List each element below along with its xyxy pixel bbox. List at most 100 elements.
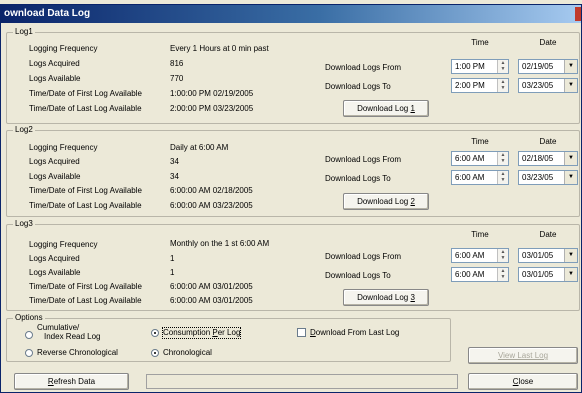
log3-from-time[interactable]: 6:00 AM ▲ ▼ bbox=[451, 248, 509, 263]
log1-from-time-spinner[interactable]: ▲ ▼ bbox=[497, 60, 508, 73]
log3-title: Log3 bbox=[13, 219, 35, 229]
title-bar[interactable]: ownload Data Log bbox=[1, 5, 581, 23]
log1-last-value: 2:00:00 PM 03/23/2005 bbox=[170, 104, 254, 113]
log3-date-header: Date bbox=[539, 230, 557, 239]
consumption-per-log-radio[interactable] bbox=[151, 329, 159, 337]
download-from-last-log-checkbox[interactable] bbox=[297, 328, 306, 337]
download-data-log-dialog: ownload Data Log Log1 Logging Frequency … bbox=[0, 4, 582, 393]
download-log-3-button[interactable]: Download Log 3 bbox=[343, 289, 429, 306]
log2-from-label: Download Logs From bbox=[325, 155, 402, 164]
log3-to-label: Download Logs To bbox=[325, 271, 391, 280]
log1-frequency-label: Logging Frequency bbox=[29, 44, 98, 53]
log2-to-date[interactable]: 03/23/05 ▼ bbox=[518, 170, 578, 185]
log2-frequency-value: Daily at 6:00 AM bbox=[170, 143, 229, 152]
download-log-3-label: Download Log bbox=[357, 293, 411, 302]
log1-title: Log1 bbox=[13, 27, 35, 37]
log2-from-date[interactable]: 02/18/05 ▼ bbox=[518, 151, 578, 166]
chevron-down-icon[interactable]: ▼ bbox=[564, 249, 577, 262]
log3-last-label: Time/Date of Last Log Available bbox=[29, 296, 142, 305]
log2-from-time-spinner[interactable]: ▲ ▼ bbox=[497, 152, 508, 165]
options-title: Options bbox=[13, 313, 45, 323]
chevron-down-icon[interactable]: ▼ bbox=[564, 60, 577, 73]
log1-last-label: Time/Date of Last Log Available bbox=[29, 104, 142, 113]
download-log-1-button[interactable]: Download Log 1 bbox=[343, 100, 429, 117]
log1-date-header: Date bbox=[539, 38, 557, 47]
log2-to-time-value: 6:00 AM bbox=[455, 173, 485, 182]
window-title: ownload Data Log bbox=[4, 8, 91, 19]
log1-from-date[interactable]: 02/19/05 ▼ bbox=[518, 59, 578, 74]
log3-from-date[interactable]: 03/01/05 ▼ bbox=[518, 248, 578, 263]
chevron-down-icon[interactable]: ▼ bbox=[564, 268, 577, 281]
reverse-chronological-label: Reverse Chronological bbox=[37, 348, 118, 357]
log2-to-time-spinner[interactable]: ▲ ▼ bbox=[497, 171, 508, 184]
download-log-2-button[interactable]: Download Log 2 bbox=[343, 193, 429, 210]
log2-acquired-label: Logs Acquired bbox=[29, 157, 80, 166]
download-last-text: ownload From Last Log bbox=[315, 328, 400, 337]
log1-to-time-spinner[interactable]: ▲ ▼ bbox=[497, 79, 508, 92]
spin-down-icon[interactable]: ▼ bbox=[498, 255, 508, 261]
chevron-down-icon[interactable]: ▼ bbox=[564, 79, 577, 92]
log1-time-header: Time bbox=[471, 38, 489, 47]
chronological-radio[interactable] bbox=[151, 349, 159, 357]
log3-last-value: 6:00:00 AM 03/01/2005 bbox=[170, 296, 253, 305]
log3-first-value: 6:00:00 AM 03/01/2005 bbox=[170, 282, 253, 291]
log1-to-time[interactable]: 2:00 PM ▲ ▼ bbox=[451, 78, 509, 93]
refresh-data-button[interactable]: Refresh Data bbox=[14, 373, 129, 390]
log3-to-date[interactable]: 03/01/05 ▼ bbox=[518, 267, 578, 282]
log2-time-header: Time bbox=[471, 137, 489, 146]
download-log-1-key: 1 bbox=[410, 104, 415, 113]
log1-first-value: 1:00:00 PM 02/19/2005 bbox=[170, 89, 254, 98]
close-button[interactable]: Close bbox=[468, 373, 578, 390]
close-window-icon[interactable] bbox=[575, 7, 581, 21]
view-last-log-button[interactable]: View Last Log bbox=[468, 347, 578, 364]
log1-from-date-value: 02/19/05 bbox=[522, 62, 554, 71]
log3-from-label: Download Logs From bbox=[325, 252, 402, 261]
log2-from-date-value: 02/18/05 bbox=[522, 154, 554, 163]
log1-available-label: Logs Available bbox=[29, 74, 81, 83]
log1-to-label: Download Logs To bbox=[325, 82, 391, 91]
log1-group: Log1 Logging Frequency Logs Acquired Log… bbox=[6, 27, 580, 124]
cumulative-radio[interactable] bbox=[25, 331, 33, 339]
log1-acquired-value: 816 bbox=[170, 59, 184, 68]
chevron-down-icon[interactable]: ▼ bbox=[564, 171, 577, 184]
log1-from-time[interactable]: 1:00 PM ▲ ▼ bbox=[451, 59, 509, 74]
log1-from-time-value: 1:00 PM bbox=[455, 62, 485, 71]
log2-acquired-value: 34 bbox=[170, 157, 179, 166]
consumption-text-end: er Log bbox=[217, 328, 241, 337]
log3-from-time-value: 6:00 AM bbox=[455, 251, 485, 260]
log3-from-date-value: 03/01/05 bbox=[522, 251, 554, 260]
log3-acquired-label: Logs Acquired bbox=[29, 254, 80, 263]
chevron-down-icon[interactable]: ▼ bbox=[564, 152, 577, 165]
log3-frequency-value: Monthly on the 1 st 6:00 AM bbox=[170, 239, 270, 248]
log3-time-header: Time bbox=[471, 230, 489, 239]
log2-first-value: 6:00:00 AM 02/18/2005 bbox=[170, 186, 253, 195]
log3-first-label: Time/Date of First Log Available bbox=[29, 282, 142, 291]
log2-to-time[interactable]: 6:00 AM ▲ ▼ bbox=[451, 170, 509, 185]
log3-available-value: 1 bbox=[170, 268, 175, 277]
spin-down-icon[interactable]: ▼ bbox=[498, 85, 508, 91]
log1-first-label: Time/Date of First Log Available bbox=[29, 89, 142, 98]
cumulative-label-line2: Index Read Log bbox=[44, 332, 101, 341]
spin-down-icon[interactable]: ▼ bbox=[498, 274, 508, 280]
download-log-2-label: Download Log bbox=[357, 197, 411, 206]
consumption-per-log-label: Consumption Per Log bbox=[161, 327, 242, 339]
spin-down-icon[interactable]: ▼ bbox=[498, 158, 508, 164]
log1-to-date-value: 03/23/05 bbox=[522, 81, 554, 90]
log3-to-time[interactable]: 6:00 AM ▲ ▼ bbox=[451, 267, 509, 282]
log1-to-time-value: 2:00 PM bbox=[455, 81, 485, 90]
reverse-chronological-radio[interactable] bbox=[25, 349, 33, 357]
log2-group: Log2 Logging Frequency Logs Acquired Log… bbox=[6, 125, 580, 217]
options-group: Options Cumulative/ Index Read Log Rever… bbox=[6, 313, 451, 362]
log1-to-date[interactable]: 03/23/05 ▼ bbox=[518, 78, 578, 93]
log2-from-time[interactable]: 6:00 AM ▲ ▼ bbox=[451, 151, 509, 166]
log2-title: Log2 bbox=[13, 125, 35, 135]
log1-acquired-label: Logs Acquired bbox=[29, 59, 80, 68]
log2-available-label: Logs Available bbox=[29, 172, 81, 181]
spin-down-icon[interactable]: ▼ bbox=[498, 177, 508, 183]
log3-to-time-spinner[interactable]: ▲ ▼ bbox=[497, 268, 508, 281]
log3-available-label: Logs Available bbox=[29, 268, 81, 277]
log3-frequency-label: Logging Frequency bbox=[29, 240, 98, 249]
close-label: lose bbox=[518, 377, 534, 386]
log3-from-time-spinner[interactable]: ▲ ▼ bbox=[497, 249, 508, 262]
spin-down-icon[interactable]: ▼ bbox=[498, 66, 508, 72]
